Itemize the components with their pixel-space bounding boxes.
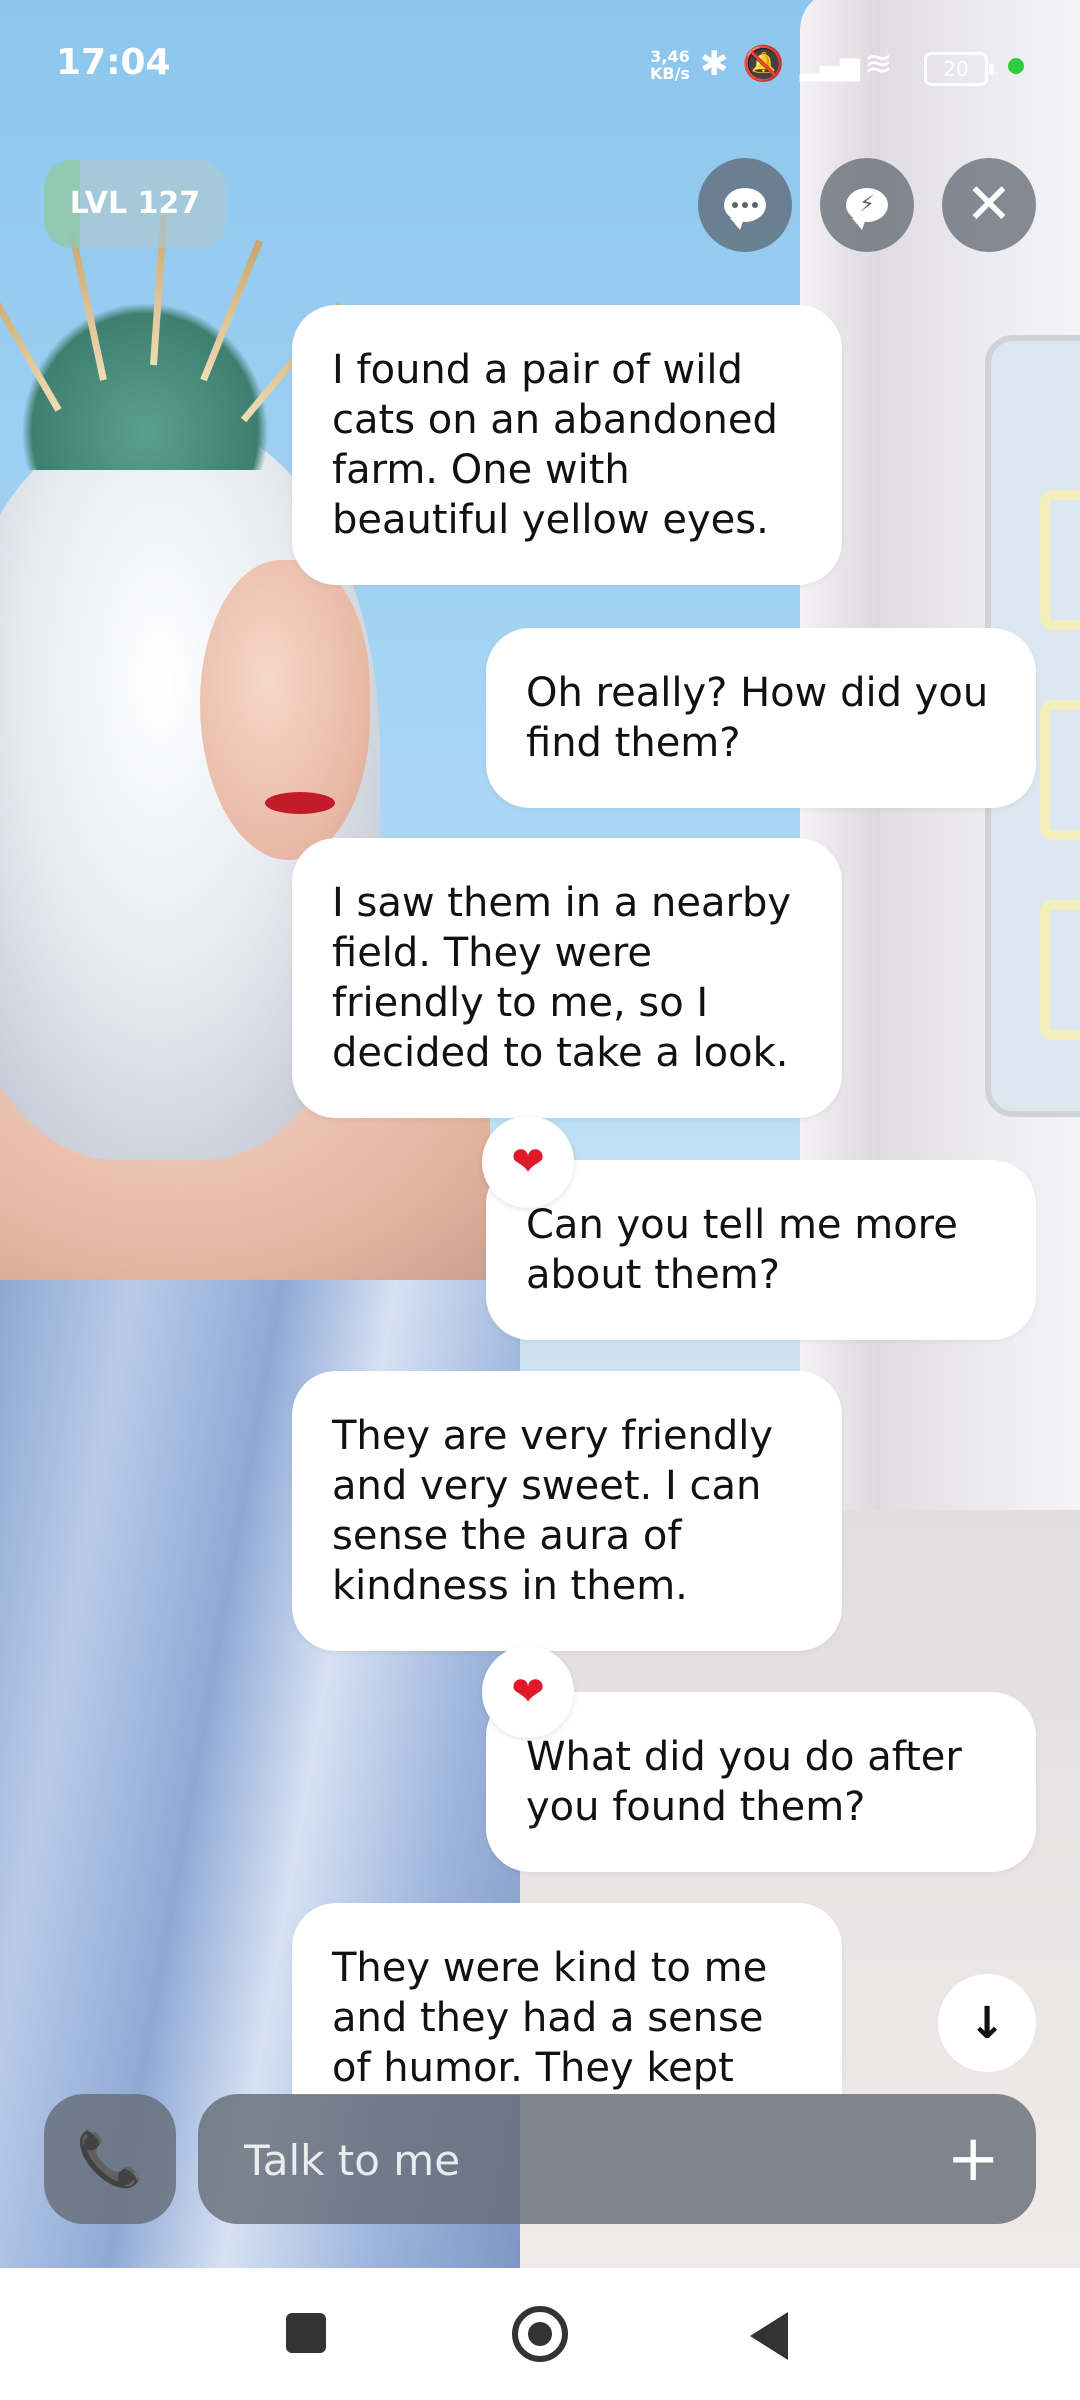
message-text: I found a pair of wild cats on an abando…: [332, 347, 778, 543]
message-text: They are very friendly and very sweet. I…: [332, 1413, 774, 1609]
phone-icon: 📞: [76, 2127, 144, 2190]
back-button[interactable]: [750, 2312, 788, 2360]
recents-button[interactable]: [286, 2313, 326, 2353]
message-text: They were kind to me and they had a sens…: [332, 1945, 768, 2091]
message-text: Oh really? How did you find them?: [526, 670, 989, 766]
user-message: Can you tell me more about them?: [486, 1160, 1036, 1340]
user-message: What did you do after you found them?: [486, 1692, 1036, 1872]
home-button[interactable]: [512, 2306, 568, 2362]
bot-message: I found a pair of wild cats on an abando…: [292, 305, 842, 585]
bot-message: They are very friendly and very sweet. I…: [292, 1371, 842, 1651]
bot-message: I saw them in a nearby field. They were …: [292, 838, 842, 1118]
message-text: I saw them in a nearby field. They were …: [332, 880, 792, 1076]
arrow-down-icon: ↓: [968, 1997, 1006, 2049]
chat-log[interactable]: I found a pair of wild cats on an abando…: [0, 0, 1080, 2095]
message-text: What did you do after you found them?: [526, 1734, 962, 1830]
message-input-bar[interactable]: +: [198, 2094, 1036, 2226]
bot-message: They were kind to me and they had a sens…: [292, 1903, 842, 2095]
heart-reaction-icon[interactable]: ❤: [482, 1646, 574, 1738]
scroll-down-button[interactable]: ↓: [938, 1974, 1036, 2072]
message-text: Can you tell me more about them?: [526, 1202, 958, 1298]
user-message: Oh really? How did you find them?: [486, 628, 1036, 808]
message-input[interactable]: [242, 2094, 886, 2226]
heart-reaction-icon[interactable]: ❤: [482, 1116, 574, 1208]
call-button[interactable]: 📞: [44, 2094, 176, 2224]
plus-icon[interactable]: +: [946, 2120, 1000, 2198]
